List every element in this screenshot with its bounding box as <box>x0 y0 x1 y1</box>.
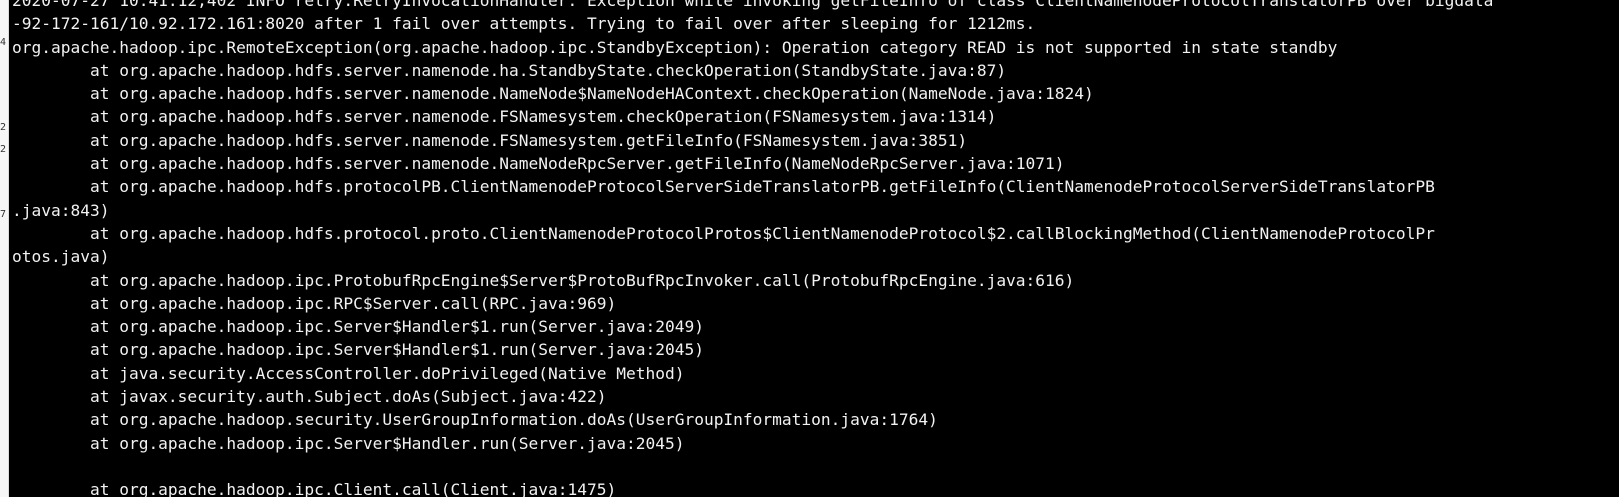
gutter-mark: 7 <box>0 209 7 220</box>
log-line: at org.apache.hadoop.ipc.RPC$Server.call… <box>12 293 617 313</box>
terminal-window: 4 2 2 7 2020-07-27 10:41:12,402 INFO ret… <box>0 0 1619 497</box>
log-line: at org.apache.hadoop.hdfs.server.namenod… <box>12 84 1094 104</box>
log-line: -92-172-161/10.92.172.161:8020 after 1 f… <box>12 14 1036 34</box>
log-line: at org.apache.hadoop.hdfs.server.namenod… <box>12 107 997 127</box>
log-line: at org.apache.hadoop.ipc.Server$Handler.… <box>12 433 685 453</box>
log-line: .java:843) <box>12 200 110 220</box>
log-line: at javax.security.auth.Subject.doAs(Subj… <box>12 387 607 407</box>
log-line: at org.apache.hadoop.ipc.Server$Handler$… <box>12 340 704 360</box>
log-line <box>12 455 1493 478</box>
log-line: at java.security.AccessController.doPriv… <box>12 363 685 383</box>
log-line: at org.apache.hadoop.ipc.ProtobufRpcEngi… <box>12 270 1075 290</box>
log-line: at org.apache.hadoop.ipc.Server$Handler$… <box>12 317 704 337</box>
scrollbar-edge[interactable] <box>1615 0 1619 497</box>
log-line: otos.java) <box>12 247 110 267</box>
terminal-output[interactable]: 2020-07-27 10:41:12,402 INFO retry.Retry… <box>9 0 1619 497</box>
log-line: at org.apache.hadoop.hdfs.server.namenod… <box>12 60 1007 80</box>
log-line: org.apache.hadoop.ipc.RemoteException(or… <box>12 37 1338 57</box>
log-line: at org.apache.hadoop.hdfs.protocolPB.Cli… <box>12 177 1435 197</box>
log-line: at org.apache.hadoop.hdfs.server.namenod… <box>12 130 968 150</box>
gutter-mark: 4 <box>0 37 7 48</box>
gutter-mark: 2 <box>0 144 7 155</box>
log-line: at org.apache.hadoop.hdfs.server.namenod… <box>12 154 1065 174</box>
log-line: at org.apache.hadoop.ipc.Client.call(Cli… <box>12 480 617 497</box>
log-line: at org.apache.hadoop.hdfs.protocol.proto… <box>12 223 1435 243</box>
gutter-mark: 2 <box>0 122 7 133</box>
log-lines: 2020-07-27 10:41:12,402 INFO retry.Retry… <box>12 0 1493 497</box>
left-gutter: 4 2 2 7 <box>0 0 9 497</box>
log-line: at org.apache.hadoop.security.UserGroupI… <box>12 410 938 430</box>
log-line: 2020-07-27 10:41:12,402 INFO retry.Retry… <box>12 0 1494 10</box>
